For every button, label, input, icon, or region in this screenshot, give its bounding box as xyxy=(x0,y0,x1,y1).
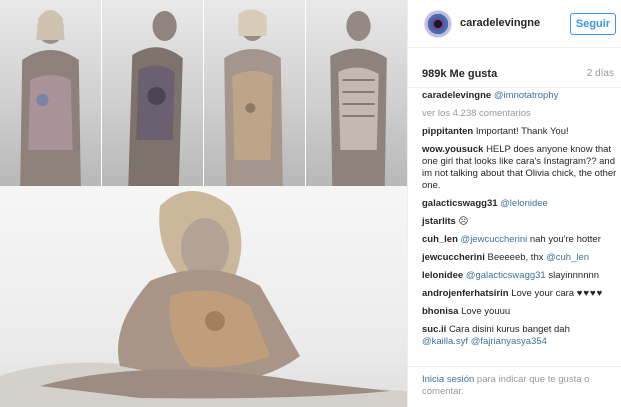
caption-user[interactable]: caradelevingne xyxy=(422,90,491,101)
hearts-emoji: ♥♥♥♥ xyxy=(576,288,604,299)
view-all-comments-link[interactable]: ver los 4.238 comentarios xyxy=(422,108,618,120)
comment-item: jstarlits ☹ xyxy=(422,216,618,228)
comments-list: caradelevingne @imnotatrophy ver los 4.2… xyxy=(422,90,618,354)
comment-mention[interactable]: @kailla.syf @fajrianyasya354 xyxy=(422,336,547,347)
comment-text: slayinnnnnn xyxy=(548,270,600,281)
comment-text: Love your cara xyxy=(511,288,575,299)
comment-item: cuh_len @jewcuccherini nah you're hotter xyxy=(422,234,618,246)
comment-item: suc.ii Cara disini kurus banget dah @kai… xyxy=(422,324,618,348)
photo-tile-3 xyxy=(204,0,305,186)
comment-text: nah you're hotter xyxy=(529,234,601,245)
caption: caradelevingne @imnotatrophy xyxy=(422,90,618,102)
comment-user[interactable]: wow.yousuck xyxy=(422,144,483,155)
comment-text: Cara disini kurus banget dah xyxy=(448,324,570,335)
photo-tile-1 xyxy=(0,0,101,186)
comment-user[interactable]: galacticswagg31 xyxy=(422,198,498,209)
comment-item: bhonisa Love youuu xyxy=(422,306,618,318)
comment-user[interactable]: jewcuccherini xyxy=(422,252,485,263)
comment-item: wow.yousuck HELP does anyone know that o… xyxy=(422,144,618,192)
comment-text: ☹ xyxy=(458,216,469,227)
comment-item: galacticswagg31 @lelonidee xyxy=(422,198,618,210)
comment-mention[interactable]: @jewcuccherini xyxy=(461,234,528,245)
comment-user[interactable]: suc.ii xyxy=(422,324,446,335)
caption-mention[interactable]: @imnotatrophy xyxy=(494,90,559,101)
photo-tile-2 xyxy=(102,0,203,186)
likes-count[interactable]: 989k Me gusta xyxy=(422,68,497,80)
comment-user[interactable]: cuh_len xyxy=(422,234,458,245)
comment-user[interactable]: pippitanten xyxy=(422,126,473,137)
photo-grid-top xyxy=(0,0,407,186)
comment-user[interactable]: bhonisa xyxy=(422,306,458,317)
photo-main xyxy=(0,186,407,407)
post-stats: 989k Me gusta 2 días xyxy=(408,48,621,88)
avatar[interactable] xyxy=(424,10,452,38)
comment-mention[interactable]: @lelonidee xyxy=(500,198,548,209)
post-header: caradelevingne Seguir xyxy=(408,0,621,48)
comment-mention[interactable]: @cuh_len xyxy=(546,252,589,263)
login-footer: Inicia sesión para indicar que te gusta … xyxy=(408,366,621,407)
comment-text: Love youuu xyxy=(461,306,511,317)
header-username[interactable]: caradelevingne xyxy=(460,17,540,29)
follow-button[interactable]: Seguir xyxy=(570,13,616,35)
comment-item: jewcuccherini Beeeeeb, thx @cuh_len xyxy=(422,252,618,264)
login-prompt: Inicia sesión para indicar que te gusta … xyxy=(422,374,612,398)
comment-user[interactable]: androjenferhatsirin xyxy=(422,288,509,299)
comment-user[interactable]: jstarlits xyxy=(422,216,456,227)
photo-tile-4 xyxy=(306,0,407,186)
comment-item: pippitanten Important! Thank You! xyxy=(422,126,618,138)
comment-text: Beeeeeb, thx xyxy=(487,252,544,263)
comment-user[interactable]: lelonidee xyxy=(422,270,463,281)
login-link[interactable]: Inicia sesión xyxy=(422,374,474,385)
comment-text: Important! Thank You! xyxy=(475,126,569,137)
post-photo[interactable] xyxy=(0,0,407,407)
post-time[interactable]: 2 días xyxy=(587,68,614,79)
comment-item: androjenferhatsirin Love your cara ♥♥♥♥ xyxy=(422,288,618,300)
comment-mention[interactable]: @galacticswagg31 xyxy=(466,270,546,281)
comment-item: lelonidee @galacticswagg31 slayinnnnnn xyxy=(422,270,618,282)
post-side-panel: caradelevingne Seguir 989k Me gusta 2 dí… xyxy=(407,0,621,407)
